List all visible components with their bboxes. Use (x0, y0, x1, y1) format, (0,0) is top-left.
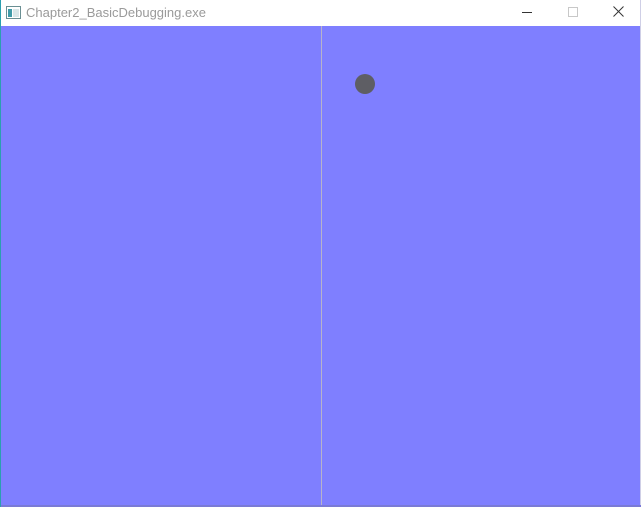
close-button[interactable] (595, 0, 641, 26)
window-title: Chapter2_BasicDebugging.exe (26, 5, 206, 20)
app-window-icon (6, 6, 21, 19)
minimize-icon (522, 4, 532, 22)
app-window: Chapter2_BasicDebugging.exe (0, 0, 641, 507)
ball (355, 74, 375, 94)
center-divider-line (321, 26, 322, 505)
maximize-button (550, 0, 596, 26)
close-icon (612, 4, 624, 22)
title-bar[interactable]: Chapter2_BasicDebugging.exe (1, 0, 640, 26)
maximize-icon (568, 4, 578, 22)
minimize-button[interactable] (504, 0, 550, 26)
game-canvas[interactable] (1, 26, 640, 505)
